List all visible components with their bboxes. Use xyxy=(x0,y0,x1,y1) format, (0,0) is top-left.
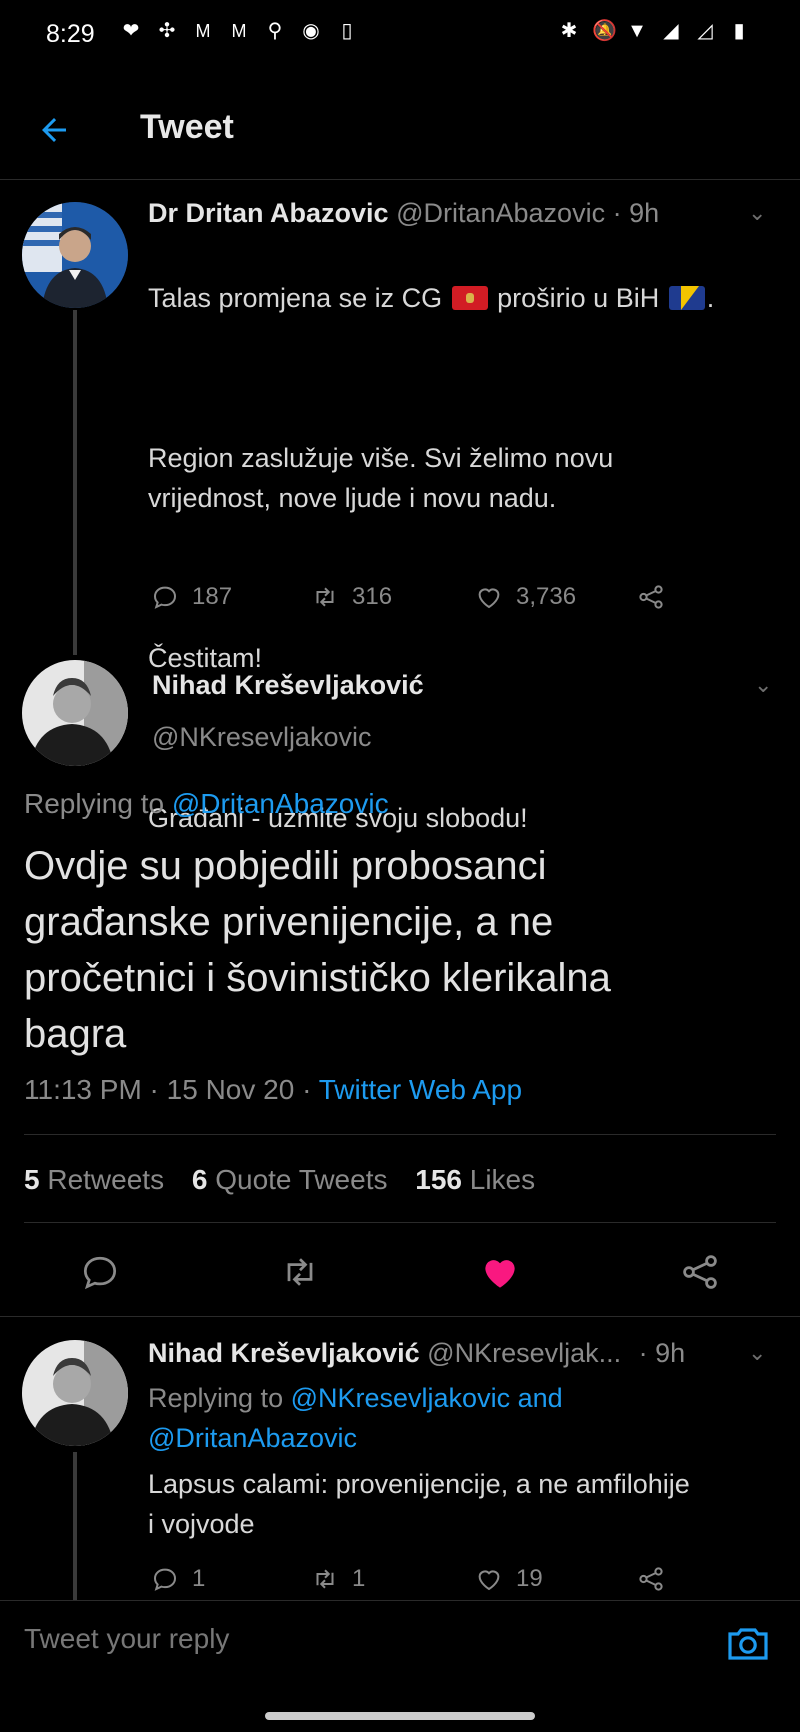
thread-line xyxy=(73,310,77,655)
likes-stat[interactable]: 156 Likes xyxy=(415,1164,535,1195)
retweet-icon xyxy=(316,1569,334,1589)
status-time: 8:29 xyxy=(46,20,95,48)
reply-button[interactable]: 1 xyxy=(150,1564,205,1594)
retweets-stat[interactable]: 5 Retweets xyxy=(24,1164,164,1195)
divider xyxy=(24,1222,776,1223)
phone-icon: ▯ xyxy=(341,20,353,42)
reply-button[interactable] xyxy=(78,1250,122,1294)
engagement-stats: 5 Retweets 6 Quote Tweets 156 Likes xyxy=(24,1164,535,1196)
avatar[interactable] xyxy=(22,202,128,308)
divider xyxy=(24,1134,776,1135)
shazam-icon: ◉ xyxy=(302,20,320,42)
source-link[interactable]: Twitter Web App xyxy=(319,1074,522,1105)
tweet-actions: 187 316 3,736 xyxy=(148,580,768,620)
tweet-meta: 11:13 PM · 15 Nov 20 · Twitter Web App xyxy=(24,1074,522,1106)
author-handle[interactable]: @DritanAbazovic xyxy=(396,198,605,228)
like-button[interactable]: 3,736 xyxy=(474,582,576,612)
replying-to-link[interactable]: @DritanAbazovic xyxy=(172,788,389,819)
arrow-left-icon xyxy=(42,118,66,142)
retweet-count: 1 xyxy=(352,1565,366,1592)
heart-rate-icon: ❤ xyxy=(122,20,140,42)
tweet-text: Lapsus calami: provenijencije, a ne amfi… xyxy=(148,1469,690,1539)
share-icon xyxy=(639,1567,663,1591)
reply-icon xyxy=(83,1256,117,1290)
tweet-time: · 9h xyxy=(612,198,660,228)
home-indicator[interactable] xyxy=(265,1712,535,1720)
author-handle[interactable]: @NKresevljakovic xyxy=(152,722,371,753)
camera-button[interactable] xyxy=(724,1619,772,1667)
main-tweet-text: Ovdje su pobjedili probosanci građanske … xyxy=(24,844,611,1056)
divider xyxy=(0,1316,800,1317)
replying-to: Replying to @NKresevljakovic and @Dritan… xyxy=(148,1383,563,1453)
replying-to: Replying to @DritanAbazovic xyxy=(24,788,389,819)
share-icon xyxy=(683,1255,717,1289)
reply-input[interactable]: Tweet your reply xyxy=(24,1623,229,1655)
retweet-button[interactable] xyxy=(278,1250,322,1294)
avatar[interactable] xyxy=(22,660,128,766)
author-name[interactable]: Dr Dritan Abazovic xyxy=(148,198,389,228)
heart-icon xyxy=(478,588,500,609)
heart-icon xyxy=(478,1570,500,1591)
retweet-count: 316 xyxy=(352,583,393,610)
heart-filled-icon xyxy=(485,1260,515,1288)
reply-count: 1 xyxy=(192,1565,206,1592)
like-count: 3,736 xyxy=(516,583,577,610)
tweet-paragraph: Region zaslužuje više. Svi želimo novu v… xyxy=(148,443,614,513)
system-icons: ✱ 🔕 ▼ ◢ ◿ ▮ xyxy=(558,20,750,42)
status-bar: 8:29 ❤ ✣ M M ⚲ ◉ ▯ ✱ 🔕 ▼ ◢ ◿ ▮ xyxy=(0,0,800,72)
avatar-image xyxy=(22,202,128,308)
gmail-icon: M xyxy=(195,21,211,41)
avatar[interactable] xyxy=(22,1340,128,1446)
bosnia-flag-icon xyxy=(668,286,705,310)
montenegro-flag-icon xyxy=(451,286,488,310)
like-button[interactable]: 19 xyxy=(474,1564,543,1594)
page-title: Tweet xyxy=(140,108,234,146)
fan-icon: ✣ xyxy=(158,20,176,42)
chevron-down-icon[interactable]: ⌄ xyxy=(748,200,766,226)
reply-icon xyxy=(153,586,177,609)
signal-icon: ◿ xyxy=(697,20,713,42)
timestamp: 11:13 PM · 15 Nov 20 · xyxy=(24,1074,312,1105)
tweet-actions: 1 1 19 xyxy=(148,1562,768,1602)
mute-icon: 🔕 xyxy=(592,20,617,42)
author-name[interactable]: Nihad Kreševljaković xyxy=(148,1338,420,1368)
reply-count: 187 xyxy=(192,583,233,610)
bluetooth-icon: ✱ xyxy=(560,20,578,42)
battery-icon: ▮ xyxy=(733,20,745,42)
gmail-icon: M xyxy=(231,21,247,41)
chevron-down-icon[interactable]: ⌄ xyxy=(754,672,772,698)
notification-icons: ❤ ✣ M M ⚲ ◉ ▯ xyxy=(120,20,358,42)
reply-button[interactable]: 187 xyxy=(150,582,232,612)
tweet-time: · 9h xyxy=(638,1338,686,1368)
share-button[interactable] xyxy=(678,1250,722,1294)
retweet-button[interactable]: 1 xyxy=(310,1564,365,1594)
avatar-image xyxy=(22,1340,128,1446)
author-handle[interactable]: @NKresevljak... xyxy=(427,1338,621,1368)
retweet-icon xyxy=(316,587,334,607)
thread-line xyxy=(73,1452,77,1600)
chevron-down-icon[interactable]: ⌄ xyxy=(748,1340,766,1366)
retweet-icon xyxy=(287,1258,313,1286)
share-button[interactable] xyxy=(636,1564,666,1594)
camera-icon xyxy=(728,1628,768,1660)
share-icon xyxy=(639,585,663,609)
avatar-image xyxy=(22,660,128,766)
retweet-button[interactable]: 316 xyxy=(310,582,392,612)
like-count: 19 xyxy=(516,1565,543,1592)
share-button[interactable] xyxy=(636,582,666,612)
like-button[interactable] xyxy=(478,1250,522,1294)
reply-bar: Tweet your reply xyxy=(0,1600,800,1692)
app-header: Tweet xyxy=(0,90,800,180)
keyhole-icon: ⚲ xyxy=(267,20,283,42)
tweet-text: Talas promjena se iz CG proširio u BiH .… xyxy=(148,238,788,878)
reply-icon xyxy=(153,1568,177,1591)
quote-tweets-stat[interactable]: 6 Quote Tweets xyxy=(192,1164,388,1195)
wifi-icon: ▼ xyxy=(627,20,647,42)
author-name[interactable]: Nihad Kreševljaković xyxy=(152,670,424,701)
back-button[interactable] xyxy=(30,104,78,152)
signal-icon: ◢ xyxy=(663,20,679,42)
